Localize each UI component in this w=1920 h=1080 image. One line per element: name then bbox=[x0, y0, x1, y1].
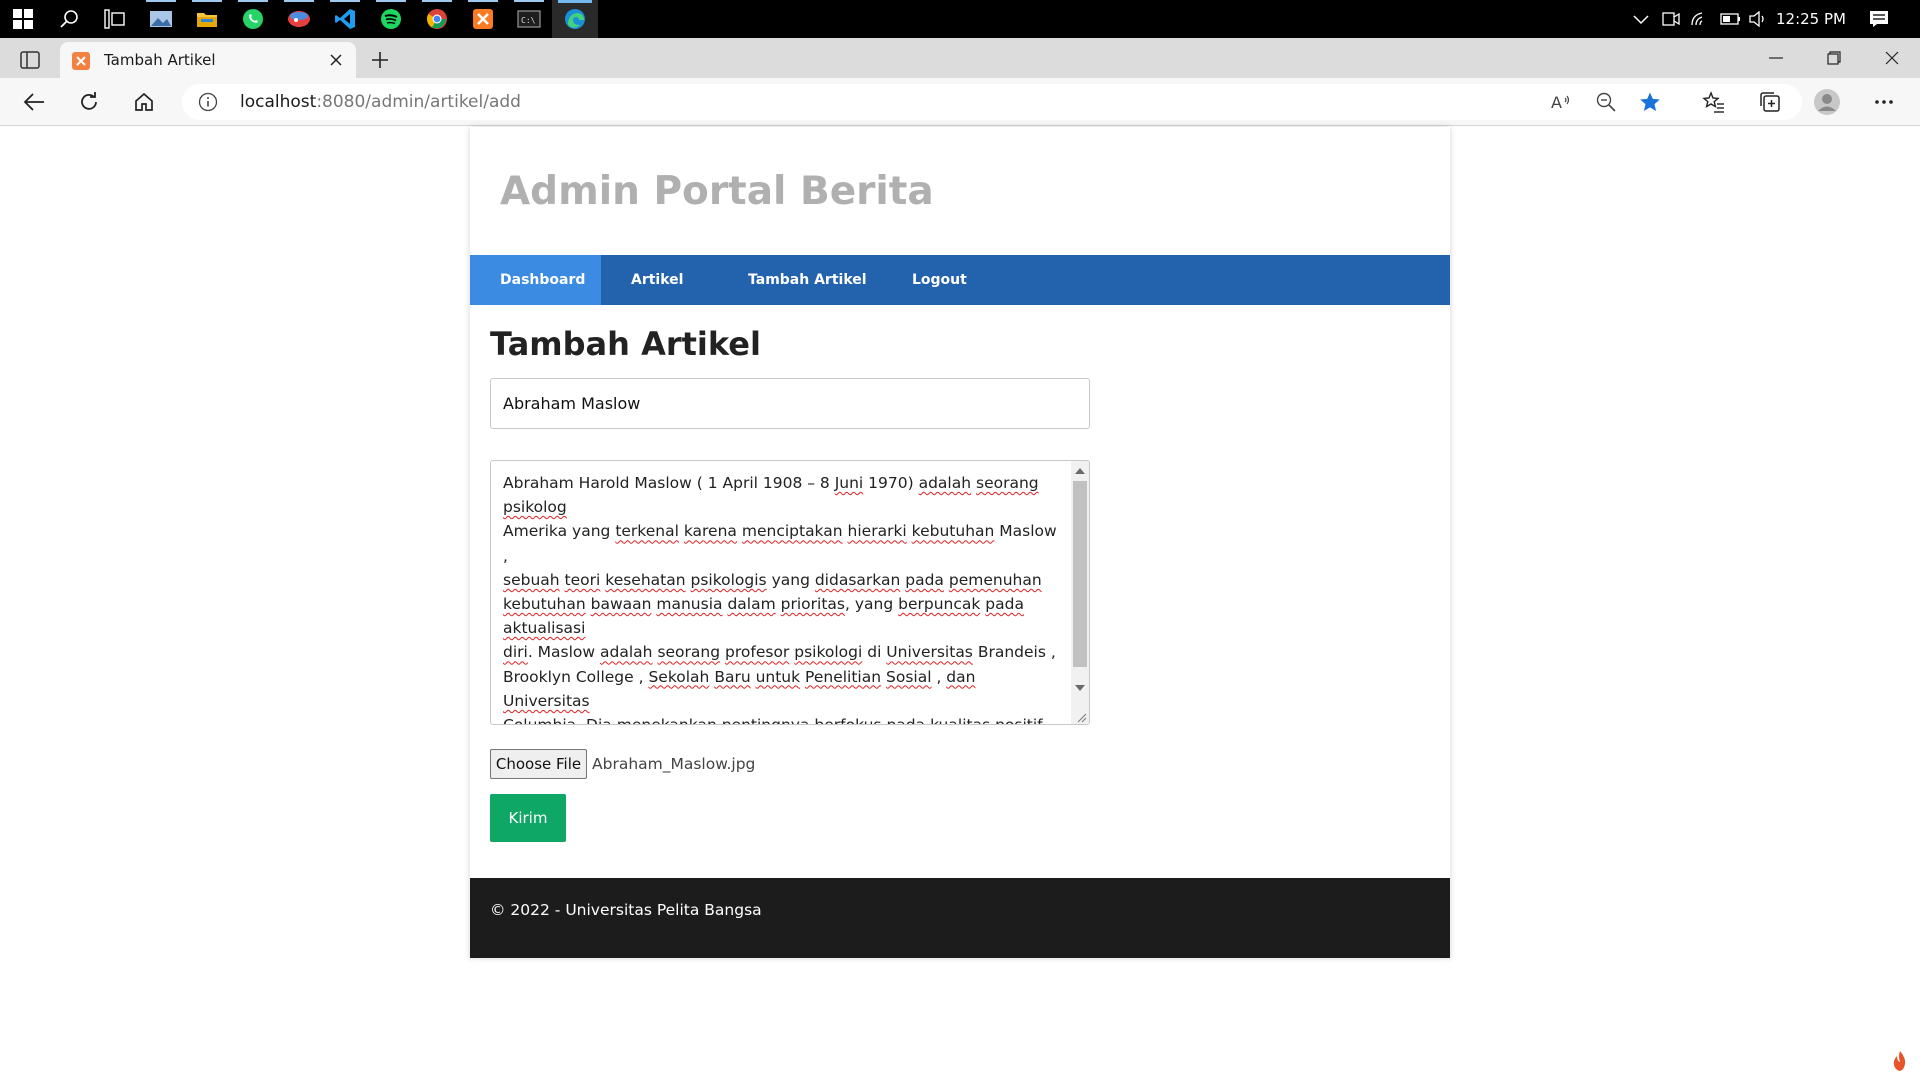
url-text[interactable]: localhost:8080/admin/artikel/add bbox=[240, 84, 521, 120]
content-text: Abraham Harold Maslow ( 1 April 1908 – 8… bbox=[503, 471, 1065, 724]
task-view-icon[interactable] bbox=[92, 0, 138, 38]
nav-logout[interactable]: Logout bbox=[882, 255, 997, 305]
favorites-icon[interactable] bbox=[1696, 84, 1732, 120]
choose-file-button[interactable]: Choose File bbox=[490, 749, 587, 779]
app-icon[interactable] bbox=[276, 0, 322, 38]
content-line: kebutuhan bawaan manusia dalam prioritas… bbox=[503, 595, 1024, 638]
zoom-out-icon[interactable] bbox=[1594, 90, 1618, 114]
scrollbar-thumb[interactable] bbox=[1073, 481, 1087, 667]
flame-icon[interactable] bbox=[1880, 1042, 1920, 1080]
page-container: Admin Portal Berita Dashboard Artikel Ta… bbox=[470, 127, 1450, 958]
page-viewport: Admin Portal Berita Dashboard Artikel Ta… bbox=[0, 127, 1920, 1080]
tab-title: Tambah Artikel bbox=[104, 51, 216, 69]
new-tab-icon[interactable] bbox=[366, 46, 394, 74]
volume-icon[interactable] bbox=[1748, 0, 1768, 38]
profile-avatar-icon[interactable] bbox=[1809, 84, 1845, 120]
title-input[interactable]: Abraham Maslow bbox=[490, 378, 1090, 429]
scroll-up-arrow-icon[interactable] bbox=[1075, 468, 1085, 474]
photos-icon[interactable] bbox=[138, 0, 184, 38]
page-heading: Tambah Artikel bbox=[490, 325, 761, 363]
vscode-icon[interactable] bbox=[322, 0, 368, 38]
refresh-icon[interactable] bbox=[71, 84, 107, 120]
resize-handle-icon[interactable] bbox=[1075, 710, 1087, 723]
site-title: Admin Portal Berita bbox=[500, 169, 934, 214]
battery-icon[interactable] bbox=[1720, 0, 1742, 38]
search-icon[interactable] bbox=[46, 0, 92, 38]
restore-icon[interactable] bbox=[1806, 38, 1862, 78]
chrome-icon[interactable] bbox=[414, 0, 460, 38]
file-explorer-icon[interactable] bbox=[184, 0, 230, 38]
url-path: :8080/admin/artikel/add bbox=[316, 92, 521, 112]
tab-actions-icon[interactable] bbox=[12, 46, 48, 74]
collections-icon[interactable] bbox=[1752, 84, 1788, 120]
content-line: Columbia. Dia menekankan pentingnya berf… bbox=[503, 713, 1065, 724]
close-window-icon[interactable] bbox=[1864, 38, 1920, 78]
close-tab-icon[interactable] bbox=[324, 48, 348, 72]
site-info-icon[interactable] bbox=[198, 92, 218, 112]
meet-now-icon[interactable] bbox=[1662, 0, 1680, 38]
browser-tab-strip: Tambah Artikel bbox=[0, 38, 1920, 78]
selected-file-name: Abraham_Maslow.jpg bbox=[592, 755, 756, 773]
browser-tab[interactable]: Tambah Artikel bbox=[60, 42, 356, 78]
content-line: sebuah teori kesehatan psikologis yang d… bbox=[503, 570, 1042, 589]
minimize-icon[interactable] bbox=[1748, 38, 1804, 78]
content-textarea[interactable]: Abraham Harold Maslow ( 1 April 1908 – 8… bbox=[490, 460, 1090, 725]
more-options-icon[interactable] bbox=[1866, 84, 1902, 120]
nav-tambah-artikel[interactable]: Tambah Artikel bbox=[718, 255, 897, 305]
whatsapp-icon[interactable] bbox=[230, 0, 276, 38]
footer: © 2022 - Universitas Pelita Bangsa bbox=[470, 878, 1450, 958]
read-aloud-icon[interactable]: A bbox=[1550, 90, 1574, 114]
xampp-favicon-icon bbox=[72, 52, 90, 70]
wifi-icon[interactable] bbox=[1690, 0, 1710, 38]
svg-text:C:\: C:\ bbox=[521, 16, 536, 25]
content-line: Abraham Harold Maslow ( 1 April 1908 – 8… bbox=[503, 474, 1039, 517]
nav-artikel[interactable]: Artikel bbox=[601, 255, 713, 305]
submit-button[interactable]: Kirim bbox=[490, 794, 566, 842]
windows-taskbar: C:\ 12:25 PM bbox=[0, 0, 1920, 38]
terminal-icon[interactable]: C:\ bbox=[506, 0, 552, 38]
nav-dashboard[interactable]: Dashboard bbox=[470, 255, 601, 305]
chevron-up-icon[interactable] bbox=[1632, 0, 1650, 38]
home-icon[interactable] bbox=[126, 84, 162, 120]
content-line: Brooklyn College , Sekolah Baru untuk Pe… bbox=[503, 667, 976, 710]
favorite-star-icon[interactable] bbox=[1638, 90, 1662, 114]
textarea-scrollbar[interactable] bbox=[1071, 461, 1089, 724]
xampp-icon[interactable] bbox=[460, 0, 506, 38]
content-line: Amerika yang terkenal karena menciptakan… bbox=[503, 522, 1057, 565]
start-icon[interactable] bbox=[0, 0, 46, 38]
browser-toolbar: localhost:8080/admin/artikel/add A bbox=[0, 78, 1920, 126]
back-icon[interactable] bbox=[16, 84, 52, 120]
url-host: localhost bbox=[240, 92, 317, 112]
edge-icon[interactable] bbox=[552, 0, 598, 38]
clock[interactable]: 12:25 PM bbox=[1776, 0, 1846, 38]
footer-text: © 2022 - Universitas Pelita Bangsa bbox=[490, 901, 762, 919]
main-nav: Dashboard Artikel Tambah Artikel Logout bbox=[470, 255, 1450, 305]
svg-text:A: A bbox=[1551, 93, 1562, 112]
content-line: diri. Maslow adalah seorang profesor psi… bbox=[503, 643, 1056, 662]
spotify-icon[interactable] bbox=[368, 0, 414, 38]
address-bar[interactable]: localhost:8080/admin/artikel/add A bbox=[182, 84, 1802, 120]
scroll-down-arrow-icon[interactable] bbox=[1075, 685, 1085, 691]
notifications-icon[interactable] bbox=[1868, 0, 1890, 38]
